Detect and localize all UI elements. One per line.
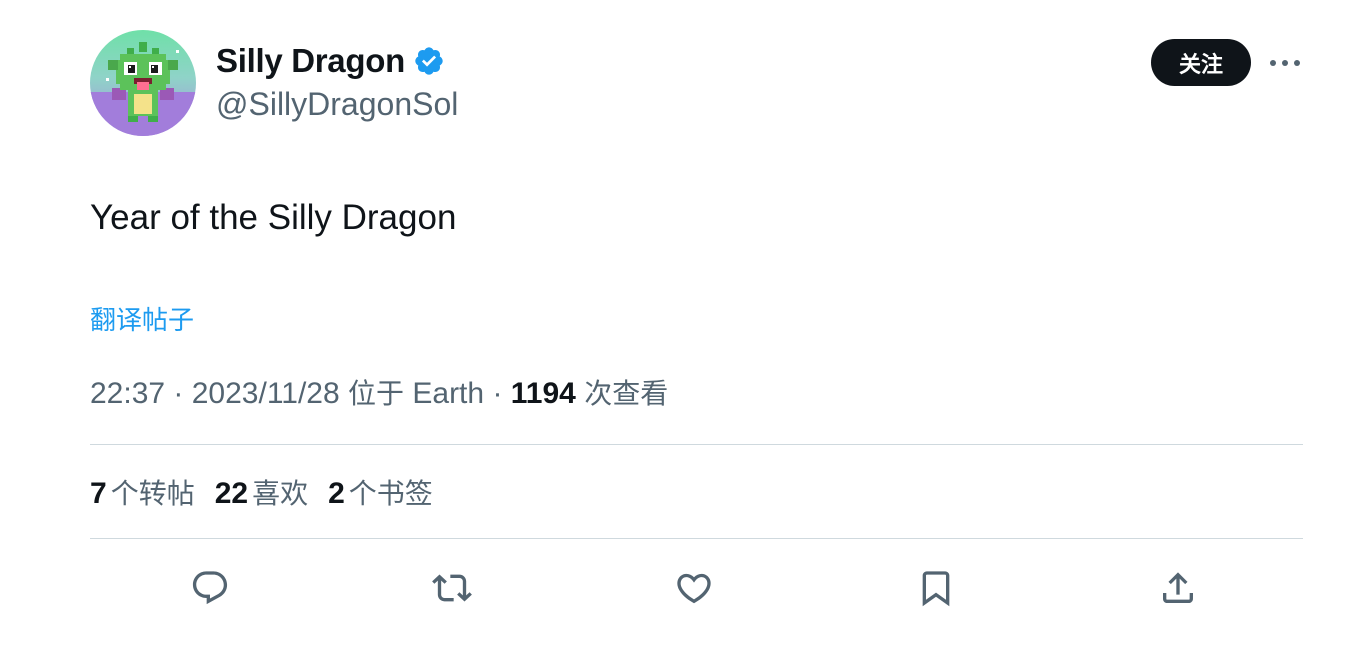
engagement-stats: 7 个转帖 22 喜欢 2 个书签 [90,472,433,512]
like-icon [677,573,711,604]
verified-badge-icon [415,47,443,75]
reply-button[interactable] [188,566,232,610]
follow-button[interactable]: 关注 [1151,39,1251,86]
view-count: 1194 [510,377,576,410]
share-button[interactable] [1156,566,1200,610]
more-horizontal-icon [1270,60,1300,66]
likes-count: 22 [214,477,249,510]
meta-separator: · [173,377,192,410]
like-button[interactable] [672,566,716,610]
repost-icon [432,574,472,602]
author-name[interactable]: Silly Dragon [216,42,405,80]
author-name-row[interactable]: Silly Dragon [216,42,445,80]
bookmark-icon [922,571,950,607]
action-bar [0,566,1352,610]
meta-separator: · [492,377,511,410]
bookmarks-stat[interactable]: 2 个书签 [328,472,433,512]
tweet-meta: 22:37 · 2023/11/28 位于 Earth · 1194 次查看 [90,372,668,412]
bookmark-button[interactable] [914,566,958,610]
translate-post-link[interactable]: 翻译帖子 [90,300,194,337]
reply-icon [192,571,228,605]
tweet-location: Earth [412,377,485,410]
reposts-label: 个转帖 [110,477,195,510]
divider-top [90,444,1303,445]
repost-button[interactable] [430,566,474,610]
author-avatar[interactable] [90,30,196,136]
bookmarks-label: 个书签 [348,477,433,510]
dragon-avatar-image [90,42,196,136]
tweet-time[interactable]: 22:37 [90,377,165,410]
share-icon [1163,572,1193,603]
tweet-text: Year of the Silly Dragon [90,198,457,237]
likes-stat[interactable]: 22 喜欢 [215,472,308,512]
more-options-button[interactable] [1268,50,1302,76]
likes-label: 喜欢 [252,477,309,510]
divider-bottom [90,538,1303,539]
view-count-label: 次查看 [584,377,669,410]
tweet-date[interactable]: 2023/11/28 [192,377,340,410]
reposts-stat[interactable]: 7 个转帖 [90,472,195,512]
location-prefix: 位于 [348,377,405,410]
author-handle[interactable]: @SillyDragonSol [216,86,458,123]
bookmarks-count: 2 [328,477,345,510]
reposts-count: 7 [90,477,107,510]
